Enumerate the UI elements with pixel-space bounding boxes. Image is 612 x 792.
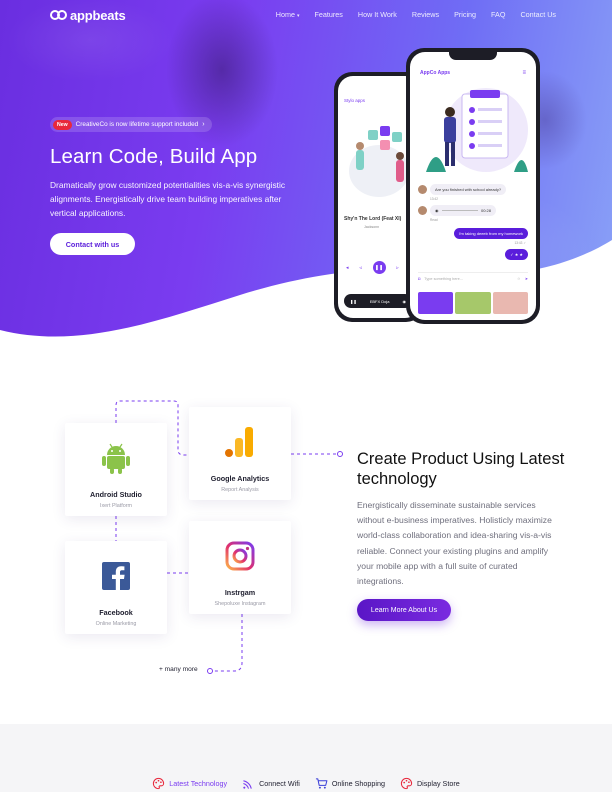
phone-back-app-title: Stylo apps (344, 98, 366, 103)
avatar (418, 206, 427, 215)
palette-icon (400, 777, 413, 790)
forward-icon[interactable]: ▹ (396, 265, 399, 271)
integration-subtitle: Online Marketing (95, 621, 137, 627)
message-outgoing-reaction: ✓ ★ ★ (505, 249, 528, 260)
chevron-down-icon: ▾ (296, 13, 300, 19)
palette-icon (153, 777, 165, 790)
cart-icon (315, 778, 328, 789)
nav-features[interactable]: Features (315, 10, 343, 19)
integration-name: Facebook (99, 608, 133, 617)
tab-label: Online Shopping (331, 779, 385, 788)
media-tile[interactable] (418, 292, 454, 314)
chat-thread: Are you finished with school already? 13… (418, 184, 528, 260)
tab-label: Latest Technology (169, 779, 228, 788)
pause-icon[interactable]: ❚❚ (372, 261, 386, 274)
wifi-icon (243, 780, 252, 789)
song-title: Shy'n The Lord (Feat XI) (344, 216, 402, 222)
voice-duration: 00:28 (480, 208, 491, 213)
play-icon: ◉ (435, 208, 439, 213)
integration-card-instagram[interactable]: Instrgam Shepoluxe Instagram (189, 521, 291, 614)
rewind-icon[interactable]: ◃ (359, 265, 362, 271)
send-icon[interactable]: ➤ (525, 276, 528, 281)
hero-title: Learn Code, Build App (50, 145, 258, 168)
integration-subtitle: Shepoluxe Instagram (214, 601, 266, 607)
feature-tabs-section: Latest Technology Connect Wifi Online Sh… (0, 724, 612, 792)
feature-title: Create Product Using Latest technology (357, 450, 565, 488)
announcement-pill[interactable]: New CreativeCo is now lifetime support i… (50, 117, 212, 132)
phone-front-header: AppCo Apps ≡ (420, 70, 526, 76)
music-illustration (349, 126, 409, 197)
message-time: 13:42 (430, 197, 438, 201)
integration-name: Instrgam (224, 588, 256, 597)
message-status: Read (430, 218, 438, 222)
tab-label: Connect Wifi (259, 779, 300, 788)
player-controls: ◂ ◃ ❚❚ ▹ ▸ (346, 261, 412, 274)
tab-latest-technology[interactable]: Latest Technology (152, 777, 227, 790)
learn-more-button[interactable]: Learn More About Us (357, 599, 451, 621)
integration-name: Android Studio (90, 490, 142, 499)
feature-tabs: Latest Technology Connect Wifi Online Sh… (0, 777, 612, 790)
now-playing-label: EBFX Doja (369, 298, 390, 304)
hero-section: appbeats Home ▾ Features How It Work Revi… (0, 0, 612, 345)
google-analytics-icon (225, 427, 253, 457)
voice-message[interactable]: ◉ 00:28 (418, 205, 528, 216)
now-playing-bar[interactable]: ❚❚ EBFX Doja ◉ (344, 294, 412, 308)
nav-pricing[interactable]: Pricing (454, 10, 476, 19)
integration-subtitle: Report Analysis (221, 487, 259, 493)
facebook-icon (102, 562, 130, 590)
media-gallery (418, 292, 528, 314)
media-tile[interactable] (455, 292, 491, 314)
tab-online-shopping[interactable]: Online Shopping (315, 777, 385, 790)
feature-description: Energistically disseminate sustainable s… (357, 500, 552, 587)
integration-name: Google Analytics (210, 474, 270, 483)
avatar (418, 185, 427, 194)
voice-progress (441, 210, 478, 211)
pause-mini-icon: ❚❚ (350, 298, 357, 304)
song-artist: Jacksonn (364, 225, 380, 229)
instagram-icon (225, 541, 255, 571)
checklist-illustration (426, 88, 528, 172)
announcement-text: CreativeCo is now lifetime support inclu… (75, 121, 199, 128)
integration-card-google-analytics[interactable]: Google Analytics Report Analysis (189, 407, 291, 500)
integration-card-android-studio[interactable]: Android Studio Ixert Platform (65, 423, 167, 516)
message-outgoing: I'm taking deeeb from my homework (453, 228, 528, 239)
many-more-link[interactable]: + many more (159, 666, 198, 673)
camera-icon[interactable]: ◘ (418, 277, 420, 281)
previous-icon[interactable]: ◂ (346, 265, 349, 271)
message-time: 13:43 ✓ (514, 241, 526, 245)
main-menu: Home ▾ Features How It Work Reviews Prici… (276, 10, 556, 19)
voice-bubble: ◉ 00:28 (430, 205, 496, 216)
top-nav: appbeats Home ▾ Features How It Work Revi… (0, 0, 612, 30)
nav-contact-us[interactable]: Contact Us (520, 10, 556, 19)
brand-name: appbeats (70, 8, 126, 23)
nav-home[interactable]: Home ▾ (276, 10, 300, 19)
nav-how-it-work[interactable]: How It Work (358, 10, 397, 19)
emoji-icon[interactable]: ☺ (517, 277, 521, 281)
phone-front-screen: AppCo Apps ≡ Are you finished with schoo… (410, 52, 536, 320)
integrations-graphic: Android Studio Ixert Platform Google Ana… (60, 395, 350, 685)
nav-reviews[interactable]: Reviews (412, 10, 439, 19)
contact-button[interactable]: Contact with us (50, 233, 135, 255)
media-tile[interactable] (492, 292, 528, 314)
logo-mark-icon (50, 10, 67, 21)
message-input[interactable]: ◘ Type something here... ☺ ➤ (418, 272, 528, 284)
nav-faq[interactable]: FAQ (491, 10, 505, 19)
integration-subtitle: Ixert Platform (99, 503, 133, 509)
message-incoming: Are you finished with school already? (418, 184, 528, 195)
tab-label: Display Store (416, 779, 460, 788)
chevron-right-icon: › (202, 121, 205, 128)
new-badge: New (53, 119, 72, 130)
hamburger-icon[interactable]: ≡ (522, 70, 526, 76)
tab-connect-wifi[interactable]: Connect Wifi (242, 777, 300, 790)
tab-display-store[interactable]: Display Store (400, 777, 460, 790)
brand-logo[interactable]: appbeats (50, 8, 126, 23)
phone-front-app-title: AppCo Apps (420, 70, 451, 76)
android-icon (102, 443, 130, 474)
phone-mockup-front: AppCo Apps ≡ Are you finished with schoo… (406, 48, 540, 324)
hero-description: Dramatically grow customized potentialit… (50, 180, 286, 218)
phone-notch (449, 52, 497, 60)
message-input-placeholder: Type something here... (424, 276, 463, 281)
message-text: Are you finished with school already? (430, 184, 507, 195)
integration-card-facebook[interactable]: Facebook Online Marketing (65, 541, 167, 634)
